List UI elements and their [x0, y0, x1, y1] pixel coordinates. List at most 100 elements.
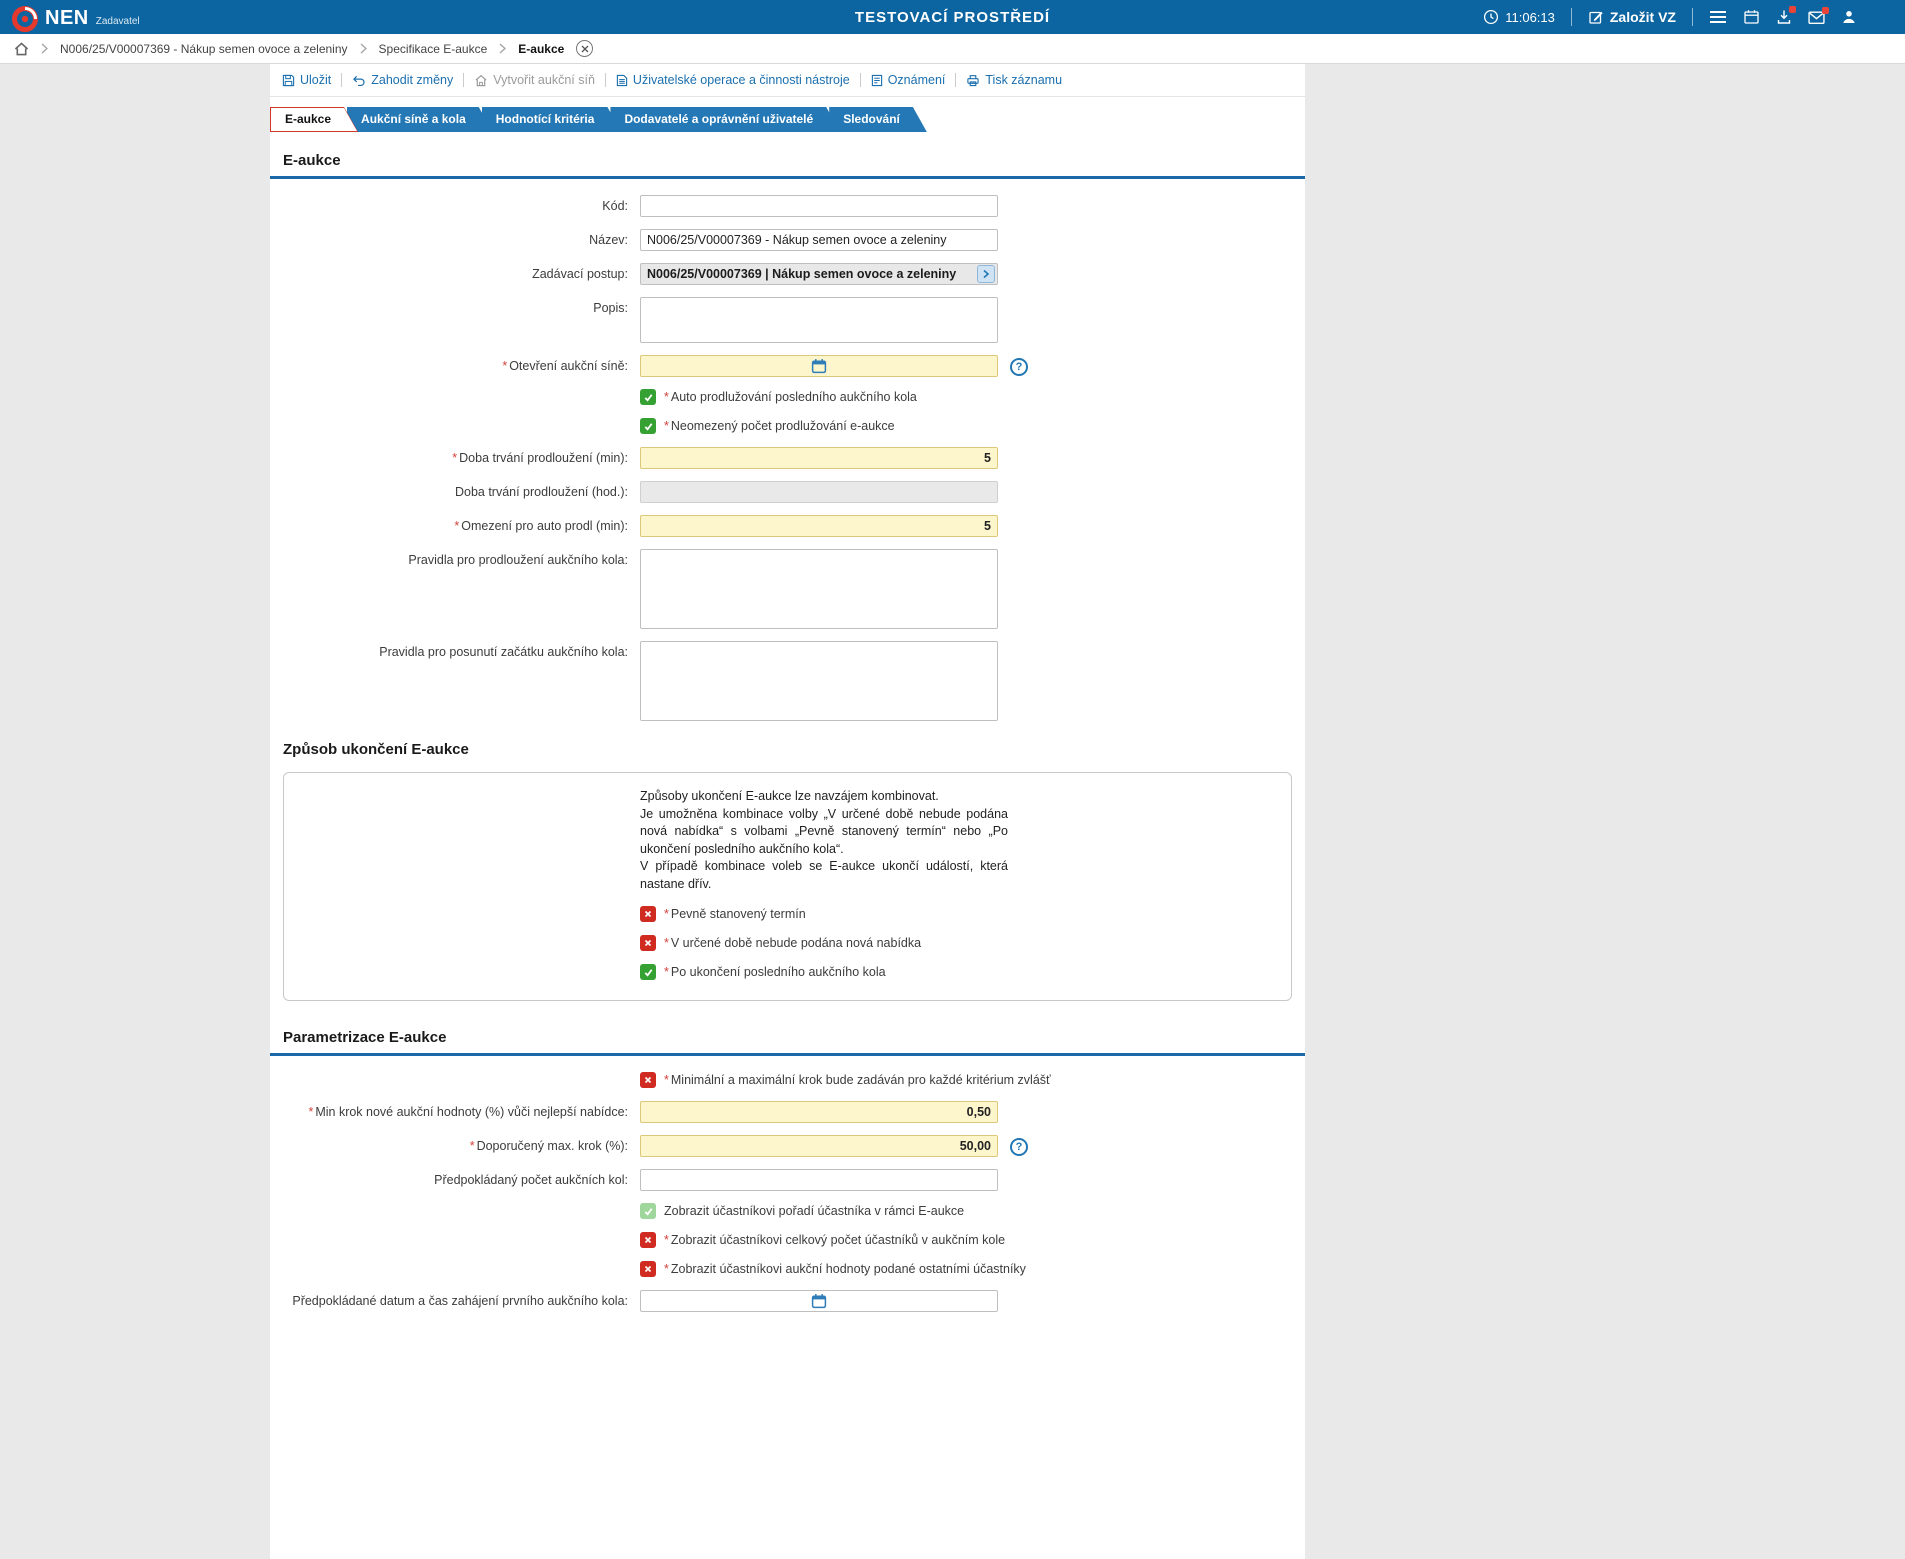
checkbox-checked-icon[interactable] [640, 389, 656, 405]
checkbox-crossed-icon[interactable] [640, 1232, 656, 1248]
chevron-right-icon [360, 43, 367, 54]
parametrizace-form: * Minimální a maximální krok bude zadáván… [270, 1056, 1305, 1312]
checkbox-crossed-icon[interactable] [640, 1261, 656, 1277]
kod-input[interactable] [640, 195, 998, 217]
omezeni-auto-prodl-input[interactable] [640, 515, 998, 537]
calendar-picker-icon[interactable] [811, 1293, 827, 1309]
home-icon [14, 41, 29, 55]
popis-textarea[interactable] [640, 297, 998, 343]
home-button[interactable] [14, 41, 29, 56]
print-record-button[interactable]: Tisk záznamu [966, 73, 1062, 87]
form-row-otevreni-sine: * Otevření aukční síně: ? [270, 355, 1305, 377]
pravidla-posunuti-textarea[interactable] [640, 641, 998, 721]
checkbox-label: * Minimální a maximální krok bude zadáván… [664, 1073, 1051, 1087]
calendar-picker-icon[interactable] [811, 358, 827, 374]
field-label: Pravidla pro posunutí začátku aukčního k… [379, 645, 628, 659]
messages-button[interactable] [1808, 6, 1829, 25]
menu-button[interactable] [1709, 10, 1727, 24]
close-icon [581, 45, 589, 52]
checkbox-label: * Zobrazit účastníkovi celkový počet účas… [664, 1233, 1006, 1247]
nen-logo-icon [12, 6, 38, 32]
save-button[interactable]: Uložit [282, 73, 331, 87]
form-row-pocet-kol: Předpokládaný počet aukčních kol: [270, 1169, 1305, 1191]
tab-aukcni-sine-a-kola[interactable]: Aukční síně a kola [347, 107, 493, 132]
open-procedure-button[interactable] [977, 265, 995, 283]
checkbox-crossed-icon[interactable] [640, 906, 656, 922]
pravidla-prodlouzeni-textarea[interactable] [640, 549, 998, 629]
create-vz-button[interactable]: Založit VZ [1588, 9, 1676, 25]
notice-document-icon [871, 74, 882, 86]
divider [1692, 8, 1693, 26]
checkbox-row-auto-prodluzovani: * Auto prodlužování posledního aukčního k… [640, 389, 1305, 405]
time-value: 11:06:13 [1505, 9, 1555, 25]
tab-hodnotici-kriteria[interactable]: Hodnotící kritéria [482, 107, 622, 132]
form-row-doba-trvani-min: * Doba trvání prodloužení (min): [270, 447, 1305, 469]
form-row-doba-trvani-hod: Doba trvání prodloužení (hod.): [270, 481, 1305, 503]
discard-changes-button[interactable]: Zahodit změny [352, 73, 453, 87]
divider [859, 73, 861, 87]
divider [955, 73, 957, 87]
notification-badge [1822, 6, 1829, 14]
form-row-zadavaci-postup: Zadávací postup: N006/25/V00007369 | Nák… [270, 263, 1305, 285]
checkbox-checked-disabled-icon [640, 1203, 656, 1219]
session-time: 11:06:13 [1483, 9, 1555, 25]
checkbox-crossed-icon[interactable] [640, 935, 656, 951]
person-icon [1843, 11, 1855, 23]
calendar-icon [1744, 10, 1759, 24]
checkbox-row-pevne-stanoveny-termin: * Pevně stanovený termín [640, 906, 1291, 922]
zpusob-ukonceni-box: Způsoby ukončení E-aukce lze navzájem ko… [283, 772, 1292, 1001]
breadcrumb-item-specification[interactable]: Specifikace E-aukce [379, 42, 488, 56]
checkbox-row-zobrazit-hodnoty: * Zobrazit účastníkovi aukční hodnoty pod… [640, 1261, 1305, 1277]
content-card: Uložit Zahodit změny Vytvořit aukční síň [270, 64, 1305, 1559]
nazev-input[interactable] [640, 229, 998, 251]
brand[interactable]: NEN Zadavatel [12, 6, 140, 32]
field-label: Zadávací postup: [532, 267, 628, 281]
checkbox-row-urcena-doba: * V určené době nebude podána nová nabídk… [640, 935, 1291, 951]
tab-e-aukce[interactable]: E-aukce [270, 107, 358, 132]
form-row-datum-zahajeni: Předpokládané datum a čas zahájení první… [270, 1290, 1305, 1312]
checkbox-row-zobrazit-pocet: * Zobrazit účastníkovi celkový počet účas… [640, 1232, 1305, 1248]
doba-trvani-min-input[interactable] [640, 447, 998, 469]
checkbox-checked-icon[interactable] [640, 964, 656, 980]
checkbox-row-zobrazit-poradi: Zobrazit účastníkovi pořadí účastníka v … [640, 1203, 1305, 1219]
min-krok-input[interactable] [640, 1101, 998, 1123]
zadavaci-postup-field: N006/25/V00007369 | Nákup semen ovoce a … [640, 263, 998, 285]
help-icon[interactable]: ? [1010, 1138, 1028, 1156]
breadcrumb-item-current[interactable]: E-aukce [518, 42, 564, 56]
top-bar: NEN Zadavatel TESTOVACÍ PROSTŘEDÍ 11:06:… [0, 0, 1905, 34]
chevron-right-icon [499, 43, 507, 54]
environment-title: TESTOVACÍ PROSTŘEDÍ [854, 8, 1051, 26]
checkbox-crossed-icon[interactable] [640, 1072, 656, 1088]
field-label: * Otevření aukční síně: [502, 359, 628, 373]
downloads-button[interactable] [1776, 6, 1796, 25]
checkbox-label: * Po ukončení posledního aukčního kola [664, 965, 886, 979]
close-tab-button[interactable] [576, 40, 594, 57]
field-label: * Omezení pro auto prodl (min): [454, 519, 628, 533]
user-operations-button[interactable]: Uživatelské operace a činnosti nástroje [616, 73, 850, 87]
pocet-kol-input[interactable] [640, 1169, 998, 1191]
help-icon[interactable]: ? [1010, 358, 1028, 376]
divider [1570, 8, 1572, 26]
tab-dodavatele-a-opravneni-uzivatele[interactable]: Dodavatelé a oprávnění uživatelé [610, 107, 840, 132]
checkbox-checked-icon[interactable] [640, 418, 656, 434]
hamburger-icon [1710, 11, 1726, 23]
e-aukce-form: Kód: Název: Zadávací postup: N006/25/V00… [270, 179, 1305, 721]
user-profile-button[interactable] [1841, 9, 1857, 25]
tab-sledovani[interactable]: Sledování [829, 107, 927, 132]
breadcrumb-item-procedure[interactable]: N006/25/V00007369 - Nákup semen ovoce a … [60, 42, 348, 56]
breadcrumb: N006/25/V00007369 - Nákup semen ovoce a … [0, 34, 1905, 64]
notification-badge [1789, 6, 1796, 13]
field-label: Předpokládané datum a čas zahájení první… [292, 1294, 628, 1308]
doporuceny-max-krok-input[interactable] [640, 1135, 998, 1157]
divider [463, 73, 465, 87]
notices-button[interactable]: Oznámení [871, 73, 945, 87]
field-label: Předpokládaný počet aukčních kol: [434, 1173, 628, 1187]
checkbox-label: * Zobrazit účastníkovi aukční hodnoty pod… [664, 1262, 1026, 1276]
checkbox-row-neomezeny-pocet: * Neomezený počet prodlužování e-aukce [640, 418, 1305, 434]
calendar-button[interactable] [1743, 9, 1760, 25]
section-title-e-aukce: E-aukce [270, 146, 1305, 179]
checkbox-label: * Pevně stanovený termín [664, 907, 806, 921]
checkbox-label: * Auto prodlužování posledního aukčního k… [664, 390, 917, 404]
brand-subtitle: Zadavatel [95, 16, 140, 27]
field-label: Doba trvání prodloužení (hod.): [454, 485, 628, 499]
